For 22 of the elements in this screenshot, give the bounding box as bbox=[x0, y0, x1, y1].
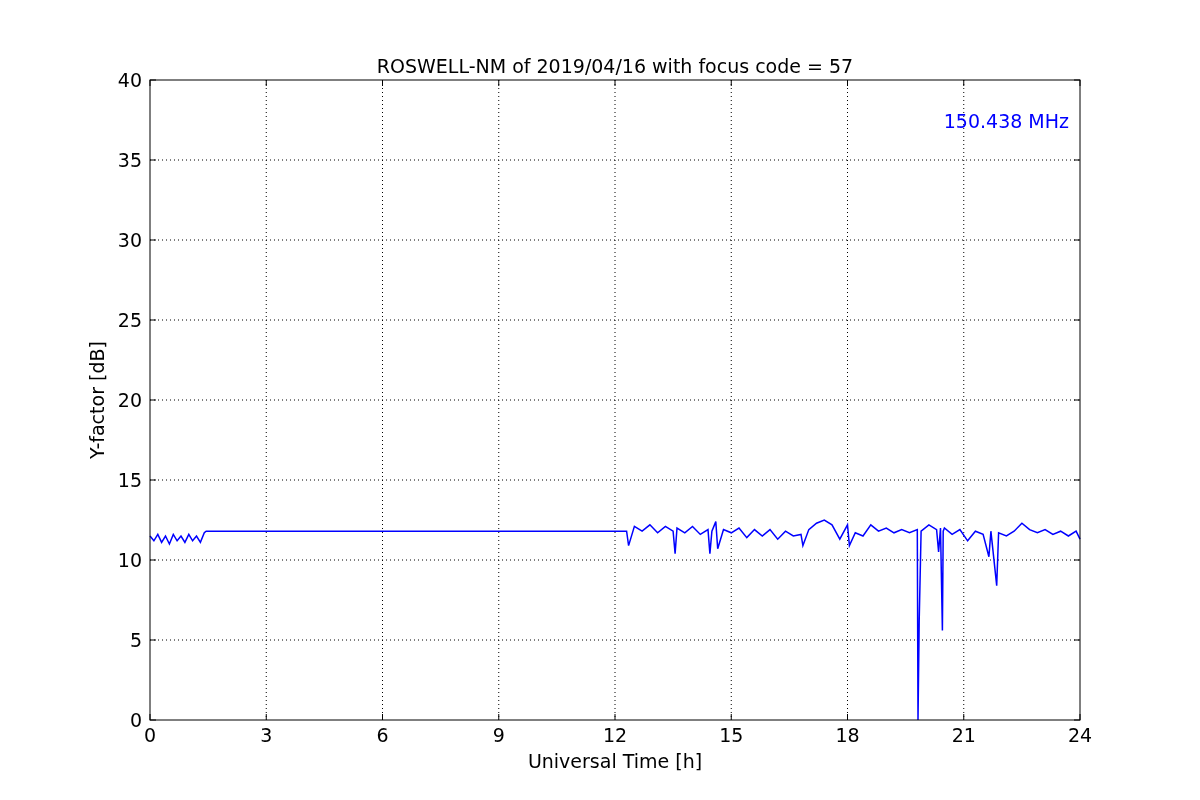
y-tick-label: 15 bbox=[117, 469, 142, 491]
y-tick-label: 35 bbox=[117, 149, 142, 171]
y-tick-label: 5 bbox=[129, 629, 142, 651]
x-tick-label: 12 bbox=[602, 724, 628, 746]
y-tick-label: 25 bbox=[117, 309, 142, 331]
y-tick-label: 20 bbox=[117, 389, 142, 411]
x-tick-label: 21 bbox=[951, 724, 976, 746]
x-tick-label: 6 bbox=[376, 724, 389, 746]
x-tick-label: 3 bbox=[260, 724, 273, 746]
y-tick-label: 10 bbox=[117, 549, 142, 571]
chart-title: ROSWELL-NM of 2019/04/16 with focus code = 57 bbox=[376, 55, 854, 77]
x-axis-label: Universal Time [h] bbox=[527, 750, 703, 772]
y-tick-label: 40 bbox=[117, 69, 142, 91]
x-tick-label: 18 bbox=[835, 724, 860, 746]
x-tick-label: 0 bbox=[143, 724, 157, 746]
frequency-label: 150.438 MHz bbox=[943, 110, 1069, 132]
y-tick-label: 0 bbox=[129, 709, 142, 731]
x-tick-label: 15 bbox=[719, 724, 744, 746]
y-tick-label: 30 bbox=[117, 229, 142, 251]
x-tick-label: 24 bbox=[1067, 724, 1093, 746]
y-axis-label: Y-factor [dB] bbox=[86, 341, 108, 459]
x-tick-label: 9 bbox=[492, 724, 505, 746]
